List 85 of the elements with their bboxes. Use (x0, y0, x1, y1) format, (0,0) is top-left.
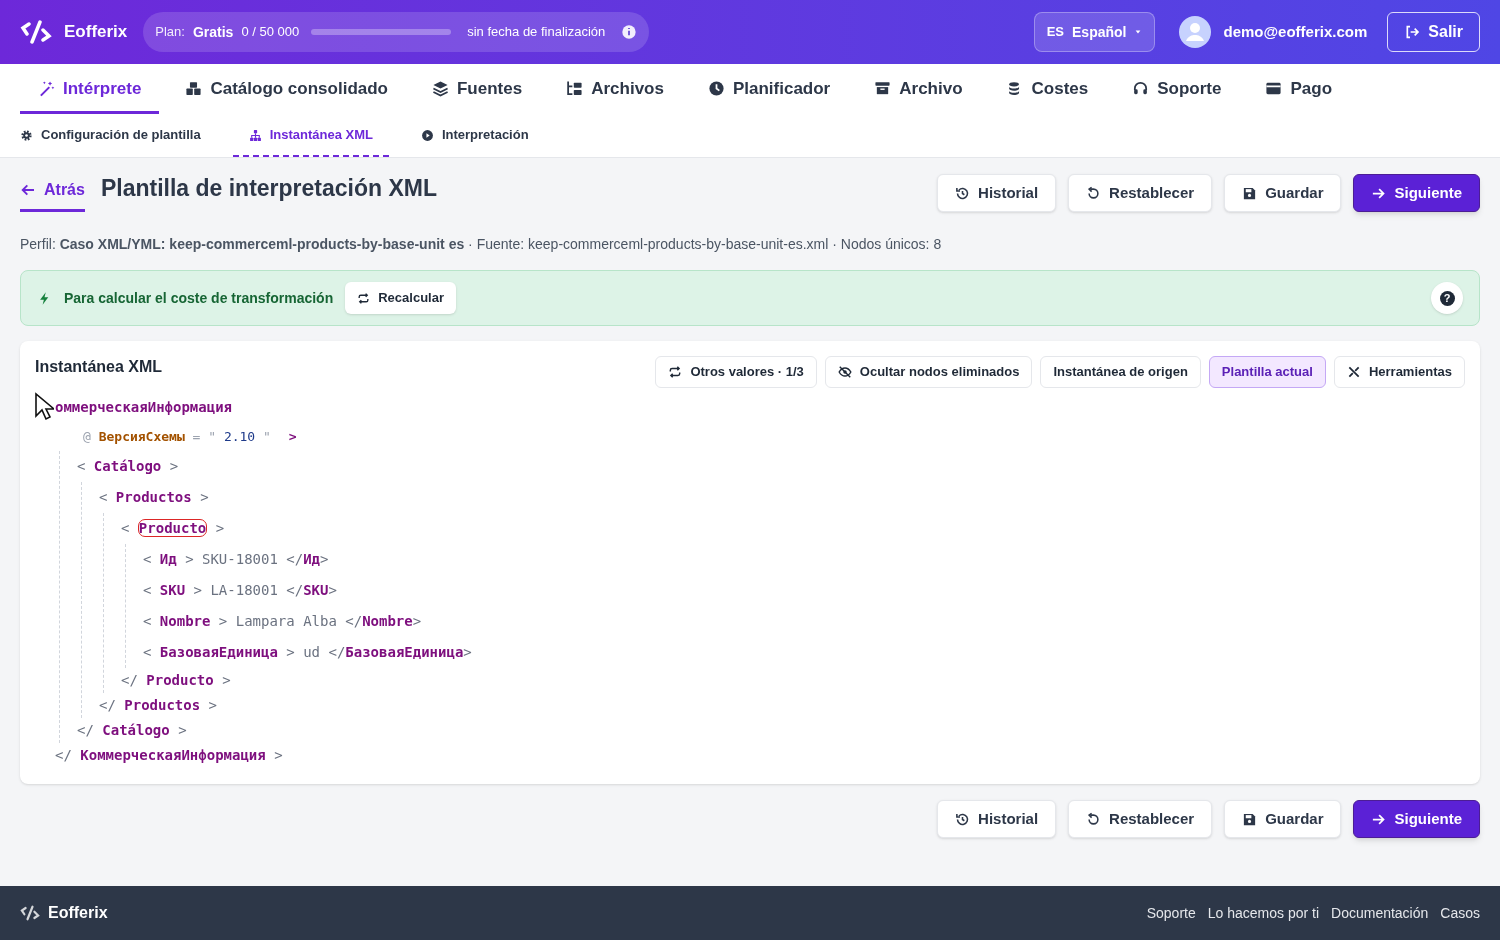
profile-info: Perfil: Caso XML/YML: keep-commerceml-products-by-base-unit es · Fuente: keep-commerceml-products-by-base-unit-es.xml · Nodos únicos: 8 (20, 235, 943, 254)
logo-icon (20, 20, 52, 44)
xml-close-tag: </ КоммерческаяИнформация > (55, 745, 283, 766)
xml-open-tag: оммерческаяИнформация (55, 397, 232, 418)
plan-label: Plan: (155, 23, 185, 42)
sub-tab[interactable]: Interpretación (420, 115, 529, 157)
nav-tab[interactable]: Pago (1247, 66, 1350, 114)
sub-tab[interactable]: Configuración de plantilla (20, 115, 201, 157)
mouse-pointer-icon (34, 391, 54, 421)
action-button[interactable]: Historial (937, 800, 1057, 838)
nav-tab[interactable]: Archivo (856, 66, 981, 114)
user-avatar-icon (1179, 16, 1212, 48)
nav-tab[interactable]: Archivos (548, 66, 682, 114)
archive-box-icon (874, 80, 892, 97)
undo-icon (1086, 811, 1102, 827)
tag-bracket: > (288, 428, 297, 447)
nav-tab[interactable]: Soporte (1114, 66, 1240, 114)
settings-icon (20, 128, 33, 142)
repeat-icon (668, 365, 683, 379)
help-button[interactable]: ? (1431, 282, 1463, 314)
action-button[interactable]: Restablecer (1068, 800, 1213, 838)
logo-icon (20, 905, 40, 921)
magic-wand-icon (38, 80, 55, 97)
xml-element-line: < Nombre > Lampara Alba </Nombre> (143, 612, 422, 631)
footer-link[interactable]: Documentación (1331, 902, 1429, 924)
toolbar-button[interactable]: Herramientas (1333, 356, 1465, 388)
sub-tab[interactable]: Instantánea XML (232, 115, 389, 157)
layers-icon (432, 80, 449, 97)
action-button[interactable]: Guardar (1224, 174, 1342, 212)
banner-text: Para calcular el coste de transformación (64, 288, 334, 308)
history-icon (955, 185, 971, 201)
toolbar-button[interactable]: Otros valores · 1/3 (655, 356, 817, 388)
headset-icon (1132, 80, 1150, 97)
recalculate-button[interactable]: Recalcular (345, 282, 456, 314)
history-icon (955, 811, 971, 827)
info-icon (621, 24, 638, 40)
xml-attribute: @ ВерсияСхемы = " 2.10 " (83, 428, 271, 447)
toolbar-button[interactable]: Instantánea de origen (1040, 356, 1201, 388)
footer-link[interactable]: Casos (1440, 902, 1480, 924)
xml-open-tag: < Productos > (99, 487, 209, 508)
xml-open-tag: < Catálogo > (77, 456, 179, 477)
xml-element-line: < SKU > LA-18001 </SKU> (143, 581, 337, 600)
credit-card-icon (1265, 80, 1283, 97)
action-button[interactable]: Historial (937, 174, 1057, 212)
nav-tab[interactable]: Planificador (689, 66, 849, 114)
nav-tab[interactable]: Catálogo consolidado (167, 66, 406, 114)
language-code: ES (1046, 23, 1064, 42)
action-button[interactable]: Guardar (1224, 800, 1342, 838)
next-button[interactable]: Siguiente (1353, 800, 1480, 838)
footer-link[interactable]: Soporte (1146, 902, 1196, 924)
action-button[interactable]: Restablecer (1068, 174, 1213, 212)
plan-expiry: sin fecha de finalización (467, 23, 606, 42)
card-title: Instantánea XML (35, 357, 163, 377)
nav-tab[interactable]: Costes (988, 66, 1107, 114)
sitemap-icon (248, 128, 262, 142)
folder-tree-icon (566, 80, 584, 97)
nav-tab[interactable]: Fuentes (414, 66, 541, 114)
next-button[interactable]: Siguiente (1353, 174, 1480, 212)
brand-name: Eofferix (64, 21, 128, 44)
play-icon (420, 128, 434, 142)
caret-icon (1134, 28, 1143, 36)
eye-slash-icon (837, 365, 852, 379)
plan-usage: 0 / 50 000 (241, 23, 300, 42)
footer-brand: Eofferix (48, 903, 108, 923)
xml-close-tag: </ Productos > (99, 695, 217, 716)
back-link[interactable]: Atrás (20, 174, 85, 212)
logout-icon (1404, 24, 1421, 40)
clock-icon (707, 80, 725, 97)
language-selector[interactable]: ES Español (1033, 12, 1156, 52)
plan-name: Gratis (192, 22, 234, 42)
xml-element-line: < Ид > SKU-18001 </Ид> (143, 550, 329, 569)
help-mark: ? (1439, 290, 1455, 306)
toolbar-button[interactable]: Plantilla actual (1208, 356, 1326, 388)
language-name: Español (1072, 22, 1127, 42)
boxes-icon (185, 80, 203, 97)
page-title: Plantilla de interpretación XML (100, 174, 438, 203)
toolbar-button[interactable]: Ocultar nodos eliminados (824, 356, 1033, 388)
xml-close-tag: </ Catálogo > (77, 720, 187, 741)
xml-close-tag: </ Producto > (121, 670, 231, 691)
footer-link[interactable]: Lo hacemos por ti (1207, 902, 1320, 924)
undo-icon (1086, 185, 1102, 201)
user-email[interactable]: demo@eofferix.com (1223, 20, 1368, 44)
xml-element-line: < БазоваяЕдиница > ud </БазоваяЕдиница> (143, 643, 472, 662)
logout-button[interactable]: Salir (1387, 12, 1480, 52)
repeat-icon (357, 291, 371, 305)
